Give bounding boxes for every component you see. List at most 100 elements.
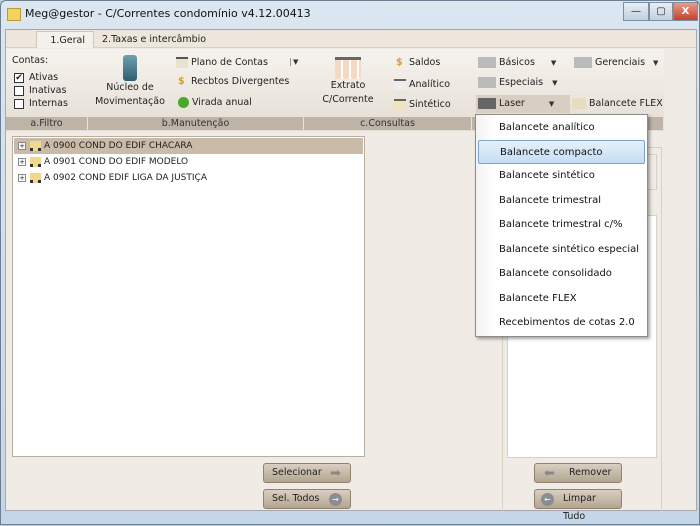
nucleo-label: Núcleo de Movimentação bbox=[95, 82, 165, 107]
nucleo-button[interactable]: Núcleo de Movimentação bbox=[94, 53, 166, 115]
refresh-icon bbox=[178, 97, 189, 108]
tab-strip: 1.Geral 2.Taxas e intercâmbio bbox=[6, 30, 696, 48]
recbtos-button[interactable]: $ Recbtos Divergentes bbox=[178, 76, 289, 87]
selecionar-label: Selecionar bbox=[272, 467, 322, 478]
balancete-flex-label: Balancete FLEX bbox=[589, 98, 663, 109]
checkbox-ativas[interactable]: ✔ Ativas bbox=[14, 72, 58, 83]
limpar-tudo-button[interactable]: ← Limpar Tudo bbox=[534, 489, 622, 522]
building-icon bbox=[30, 173, 41, 183]
chevron-down-icon: ▼ bbox=[552, 79, 558, 87]
building-icon bbox=[30, 141, 41, 151]
balancete-flex-button[interactable]: Balancete FLEX bbox=[572, 98, 663, 109]
plano-contas-button[interactable]: Plano de Contas bbox=[176, 57, 268, 68]
sel-todos-label: Sel. Todos bbox=[272, 493, 320, 504]
building-icon bbox=[30, 157, 41, 167]
printer-icon bbox=[574, 57, 592, 68]
laser-label: Laser bbox=[499, 98, 525, 109]
tree-row[interactable]: + A 0901 COND DO EDIF MODELO bbox=[14, 154, 363, 170]
remover-button[interactable]: ⬅ Remover bbox=[534, 463, 622, 483]
close-button[interactable]: X bbox=[673, 2, 698, 21]
remover-label: Remover bbox=[569, 467, 612, 478]
analitico-label: Analítico bbox=[409, 79, 451, 90]
selecionar-button[interactable]: Selecionar ➡ bbox=[263, 463, 351, 483]
expand-icon[interactable]: + bbox=[18, 142, 26, 150]
menu-item-balancete-compacto[interactable]: Balancete compacto bbox=[478, 140, 645, 164]
minimize-button[interactable]: — bbox=[623, 2, 649, 21]
printer-icon bbox=[478, 77, 496, 88]
app-logo-icon bbox=[7, 8, 21, 21]
phone-icon bbox=[123, 55, 137, 81]
checkbox-box[interactable] bbox=[14, 85, 24, 96]
laser-dropdown[interactable]: Laser ▼ bbox=[476, 95, 570, 113]
tree-row-label: A 0900 COND DO EDIF CHACARA bbox=[44, 141, 193, 151]
saldos-button[interactable]: $ Saldos bbox=[396, 57, 440, 68]
recbtos-label: Recbtos Divergentes bbox=[191, 76, 290, 87]
tree-row[interactable]: + A 0900 COND DO EDIF CHACARA bbox=[14, 138, 363, 154]
sintetico-label: Sintético bbox=[409, 99, 451, 110]
menu-item-balancete-sintetico-especial[interactable]: Balancete sintético especial bbox=[478, 238, 645, 262]
chevron-down-icon: ▼ bbox=[550, 59, 557, 67]
extrato-label: Extrato C/Corrente bbox=[322, 80, 374, 105]
laser-dropdown-menu: Balancete analítico Balancete compacto B… bbox=[475, 114, 648, 337]
checkbox-label: Ativas bbox=[29, 72, 59, 83]
checkbox-box[interactable] bbox=[14, 98, 24, 109]
chevron-down-icon: ▼ bbox=[548, 100, 555, 108]
group-label-manutencao: b.Manutenção bbox=[88, 117, 304, 130]
tab-geral[interactable]: 1.Geral bbox=[36, 31, 94, 48]
especiais-dropdown[interactable]: Especiais ▼ bbox=[478, 77, 558, 88]
tree-row-label: A 0901 COND DO EDIF MODELO bbox=[44, 157, 189, 167]
expand-icon[interactable]: + bbox=[18, 158, 26, 166]
checkbox-internas[interactable]: Internas bbox=[14, 98, 68, 109]
window-title: Meg@gestor - C/Correntes condomínio v4.1… bbox=[25, 7, 311, 20]
menu-item-balancete-sintetico[interactable]: Balancete sintético bbox=[478, 164, 645, 188]
table-icon bbox=[394, 79, 406, 90]
chevron-down-icon[interactable]: ▼ bbox=[290, 58, 298, 66]
checkbox-label: Inativas bbox=[29, 85, 67, 96]
calendar-icon bbox=[176, 57, 188, 68]
chevron-down-icon: ▼ bbox=[653, 59, 659, 67]
circle-arrow-left-icon: ← bbox=[541, 493, 554, 506]
circle-arrow-right-icon: → bbox=[329, 493, 342, 506]
printer-icon bbox=[478, 57, 496, 68]
tree-row[interactable]: + A 0902 COND EDIF LIGA DA JUSTIÇA bbox=[14, 170, 363, 186]
sintetico-button[interactable]: Sintético bbox=[394, 99, 451, 110]
contas-label: Contas: bbox=[12, 55, 49, 66]
virada-anual-button[interactable]: Virada anual bbox=[178, 97, 252, 108]
tree-row-label: A 0902 COND EDIF LIGA DA JUSTIÇA bbox=[44, 173, 207, 183]
spreadsheet-icon bbox=[335, 57, 361, 79]
especiais-label: Especiais bbox=[499, 77, 544, 88]
group-label-filtro: a.Filtro bbox=[6, 117, 88, 130]
saldos-label: Saldos bbox=[409, 57, 441, 68]
menu-item-balancete-trimestral[interactable]: Balancete trimestral bbox=[478, 189, 645, 213]
virada-label: Virada anual bbox=[192, 97, 252, 108]
analitico-button[interactable]: Analítico bbox=[394, 79, 450, 90]
extrato-button[interactable]: Extrato C/Corrente bbox=[318, 55, 378, 115]
maximize-button[interactable]: ▢ bbox=[649, 2, 673, 21]
arrow-right-icon: ➡ bbox=[330, 466, 341, 481]
group-label-consultas: c.Consultas bbox=[304, 117, 472, 130]
book-icon bbox=[572, 98, 586, 109]
menu-item-balancete-trimestral-pct[interactable]: Balancete trimestral c/% bbox=[478, 213, 645, 237]
gerenciais-dropdown[interactable]: Gerenciais ▼ bbox=[574, 57, 658, 68]
menu-item-balancete-analitico[interactable]: Balancete analítico bbox=[478, 116, 645, 140]
basicos-label: Básicos bbox=[499, 57, 535, 68]
checkbox-box[interactable]: ✔ bbox=[14, 72, 24, 83]
sel-todos-button[interactable]: Sel. Todos → bbox=[263, 489, 351, 509]
gerenciais-label: Gerenciais bbox=[595, 57, 646, 68]
limpar-label: Limpar Tudo bbox=[563, 493, 596, 522]
menu-item-recebimentos-cotas[interactable]: Recebimentos de cotas 2.0 bbox=[478, 311, 645, 335]
basicos-dropdown[interactable]: Básicos ▼ bbox=[478, 57, 556, 68]
dollar-icon: $ bbox=[178, 76, 185, 87]
menu-item-balancete-flex[interactable]: Balancete FLEX bbox=[478, 287, 645, 311]
plano-contas-label: Plano de Contas bbox=[191, 57, 268, 68]
dollar-icon: $ bbox=[396, 57, 403, 68]
table-icon bbox=[394, 99, 406, 110]
checkbox-label: Internas bbox=[29, 98, 68, 109]
tab-taxas[interactable]: 2.Taxas e intercâmbio bbox=[94, 31, 214, 48]
condominio-tree[interactable]: + A 0900 COND DO EDIF CHACARA + A 0901 CON… bbox=[12, 136, 365, 457]
expand-icon[interactable]: + bbox=[18, 174, 26, 182]
checkbox-inativas[interactable]: Inativas bbox=[14, 85, 66, 96]
menu-item-balancete-consolidado[interactable]: Balancete consolidado bbox=[478, 262, 645, 286]
printer-icon bbox=[478, 98, 496, 109]
app-window: Meg@gestor - C/Correntes condomínio v4.1… bbox=[0, 0, 700, 525]
